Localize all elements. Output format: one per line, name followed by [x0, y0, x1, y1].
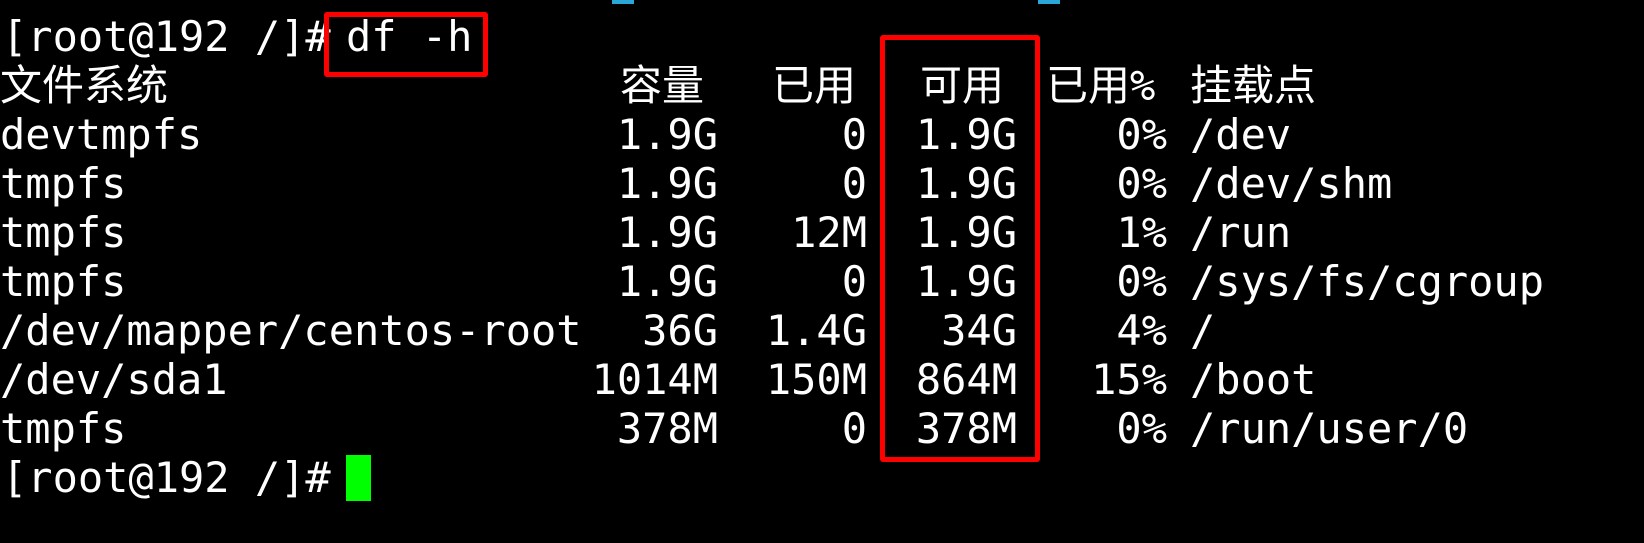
cropped-previous-line — [1038, 0, 1060, 4]
header-filesystem: 文件系统 — [0, 61, 169, 110]
cell-size: 1.9G — [616, 208, 718, 257]
table-header: 文件系统 容量 已用 可用 已用% 挂载点 — [0, 61, 1316, 110]
header-mounted-on: 挂载点 — [1190, 61, 1317, 110]
cell-used: 0 — [841, 159, 867, 208]
cell-mounted-on: / — [1190, 306, 1216, 355]
cell-filesystem: tmpfs — [0, 404, 127, 453]
table-row: tmpfs 1.9G 0 1.9G 0% /dev/shm — [0, 159, 1392, 208]
text-cursor — [346, 453, 371, 502]
cell-filesystem: devtmpfs — [0, 110, 203, 159]
cell-filesystem: /dev/mapper/centos-root — [0, 306, 582, 355]
cell-size: 36G — [642, 306, 718, 355]
cell-mounted-on: /boot — [1190, 355, 1317, 404]
cell-use-percent: 1% — [1116, 208, 1167, 257]
cell-mounted-on: /run — [1190, 208, 1292, 257]
table-row: tmpfs 1.9G 0 1.9G 0% /sys/fs/cgroup — [0, 257, 1544, 306]
cell-use-percent: 4% — [1116, 306, 1167, 355]
cell-mounted-on: /run/user/0 — [1190, 404, 1469, 453]
cell-size: 1014M — [591, 355, 718, 404]
shell-prompt: [root@192 /]# — [2, 12, 357, 61]
header-size: 容量 — [620, 61, 705, 110]
cell-filesystem: tmpfs — [0, 159, 127, 208]
available-column-highlight-box — [880, 35, 1040, 462]
cell-use-percent: 0% — [1116, 404, 1167, 453]
cell-size: 1.9G — [616, 257, 718, 306]
table-row: tmpfs 1.9G 12M 1.9G 1% /run — [0, 208, 1291, 257]
cell-size: 1.9G — [616, 110, 718, 159]
cell-used: 12M — [791, 208, 867, 257]
shell-prompt: [root@192 /]# — [2, 453, 357, 502]
terminal-window[interactable]: [root@192 /]# df -h 文件系统 容量 已用 可用 已用% 挂载… — [0, 0, 1644, 543]
cell-used: 1.4G — [765, 306, 867, 355]
cell-use-percent: 15% — [1091, 355, 1167, 404]
cell-mounted-on: /dev/shm — [1190, 159, 1393, 208]
table-row: tmpfs 378M 0 378M 0% /run/user/0 — [0, 404, 1468, 453]
cell-used: 0 — [841, 404, 867, 453]
cell-use-percent: 0% — [1116, 257, 1167, 306]
cell-used: 0 — [841, 110, 867, 159]
table-row: devtmpfs 1.9G 0 1.9G 0% /dev — [0, 110, 1291, 159]
active-prompt-line[interactable]: [root@192 /]# — [0, 453, 371, 502]
table-row: /dev/mapper/centos-root 36G 1.4G 34G 4% … — [0, 306, 1215, 355]
cell-used: 150M — [765, 355, 867, 404]
table-row: /dev/sda1 1014M 150M 864M 15% /boot — [0, 355, 1316, 404]
cell-size: 378M — [616, 404, 718, 453]
command-highlight-box — [324, 12, 488, 77]
cell-mounted-on: /dev — [1190, 110, 1292, 159]
command-line: [root@192 /]# df -h — [0, 12, 472, 61]
cell-use-percent: 0% — [1116, 110, 1167, 159]
header-use-percent: 已用% — [1046, 61, 1156, 110]
cell-filesystem: tmpfs — [0, 208, 127, 257]
cell-used: 0 — [841, 257, 867, 306]
cell-mounted-on: /sys/fs/cgroup — [1190, 257, 1545, 306]
cell-filesystem: /dev/sda1 — [0, 355, 228, 404]
cell-size: 1.9G — [616, 159, 718, 208]
cell-use-percent: 0% — [1116, 159, 1167, 208]
cell-filesystem: tmpfs — [0, 257, 127, 306]
header-used: 已用 — [772, 61, 857, 110]
cropped-previous-line — [612, 0, 634, 4]
